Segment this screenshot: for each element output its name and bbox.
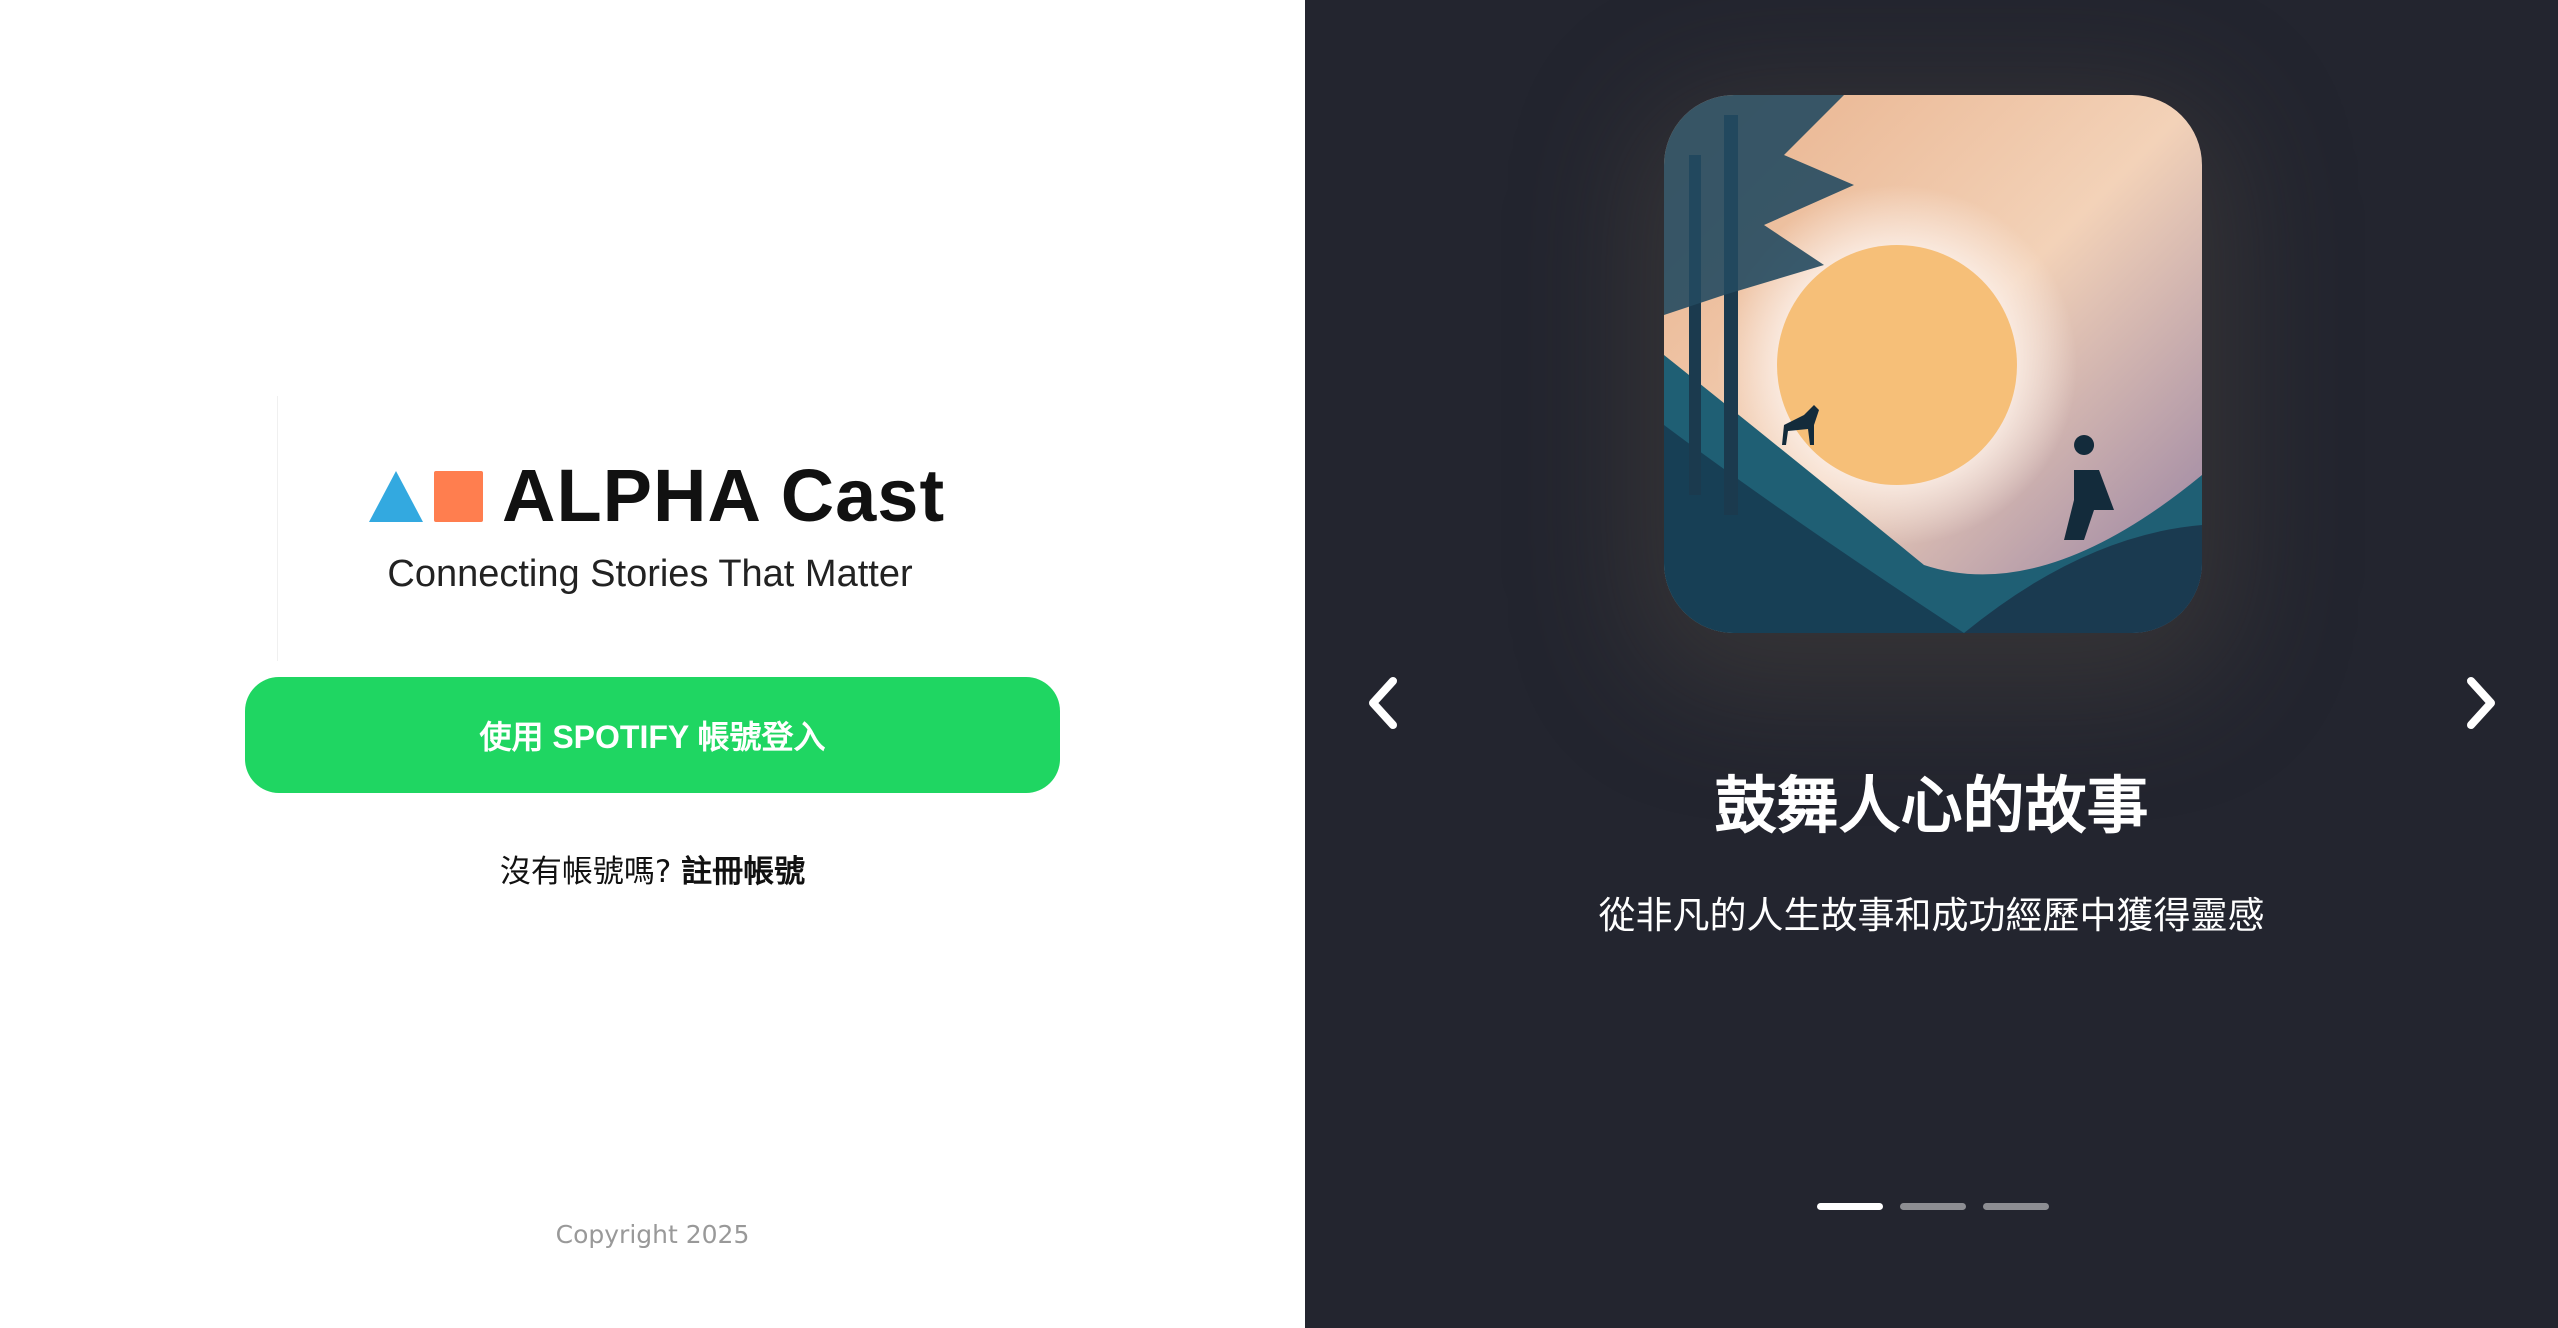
square-logo-icon bbox=[434, 470, 483, 522]
triangle-logo-icon bbox=[369, 470, 423, 522]
slide-illustration bbox=[1664, 95, 2202, 633]
slide-indicator-1[interactable] bbox=[1817, 1203, 1883, 1210]
slide-subtitle: 從非凡的人生故事和成功經歷中獲得靈感 bbox=[1598, 894, 2265, 937]
carousel-indicators bbox=[1817, 1203, 2049, 1210]
register-link[interactable]: 註冊帳號 bbox=[681, 854, 805, 890]
slide-indicator-2[interactable] bbox=[1900, 1203, 1966, 1210]
next-slide-button[interactable] bbox=[2446, 668, 2516, 738]
copyright: Copyright 2025 bbox=[555, 1220, 750, 1249]
logo: ALPHA Cast bbox=[369, 454, 946, 537]
spotify-login-button[interactable]: 使用 SPOTIFY 帳號登入 bbox=[245, 677, 1060, 793]
no-account-text: 沒有帳號嗎? bbox=[499, 854, 672, 890]
login-panel: ALPHA Cast Connecting Stories That Matte… bbox=[0, 0, 1305, 1328]
divider bbox=[277, 396, 278, 661]
chevron-left-icon bbox=[1369, 677, 1397, 729]
slide-indicator-3[interactable] bbox=[1983, 1203, 2049, 1210]
slide-title: 鼓舞人心的故事 bbox=[1714, 769, 2149, 842]
register-prompt: 沒有帳號嗎? 註冊帳號 bbox=[245, 846, 1060, 891]
brand-name: ALPHA Cast bbox=[502, 454, 946, 537]
previous-slide-button[interactable] bbox=[1348, 668, 1418, 738]
chevron-right-icon bbox=[2467, 677, 2495, 729]
carousel-panel: 鼓舞人心的故事 從非凡的人生故事和成功經歷中獲得靈感 bbox=[1305, 0, 2558, 1328]
tagline: Connecting Stories That Matter bbox=[387, 553, 913, 595]
